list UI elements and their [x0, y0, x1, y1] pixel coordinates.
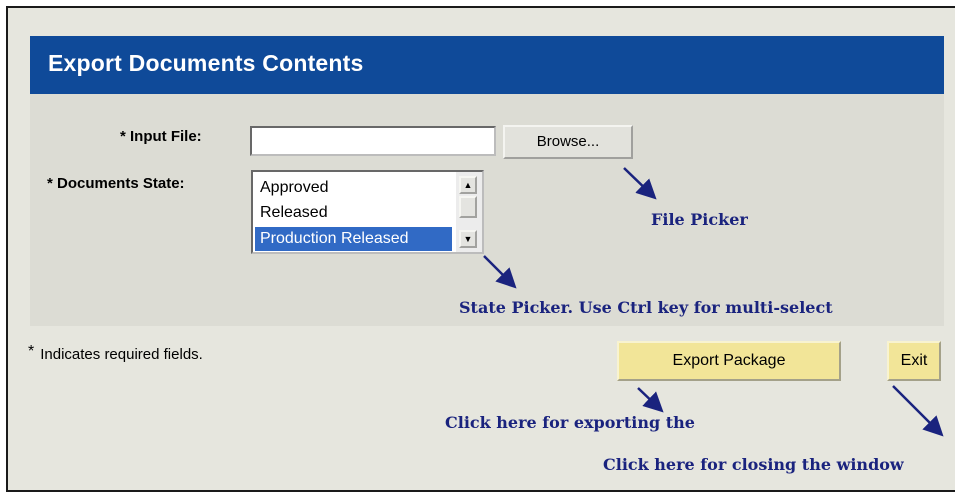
annotation-arrows	[483, 167, 944, 437]
state-picker-arrow-icon	[483, 255, 517, 289]
exit-arrow-icon	[892, 385, 944, 437]
export-arrow-icon	[637, 387, 664, 413]
file-picker-arrow-icon	[623, 167, 657, 200]
